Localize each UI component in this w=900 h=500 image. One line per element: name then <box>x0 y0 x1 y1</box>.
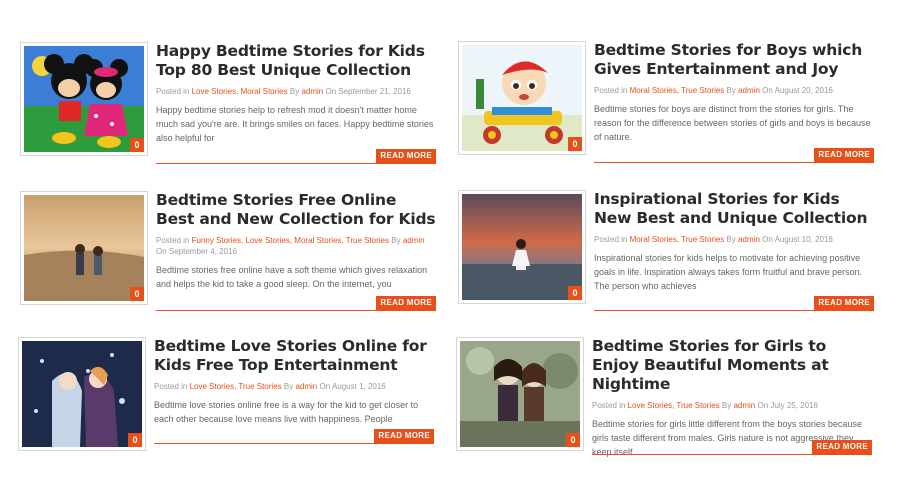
read-more-button[interactable]: READ MORE <box>814 148 874 162</box>
posted-in-label: Posted in <box>156 87 190 96</box>
posted-in-label: Posted in <box>594 235 628 244</box>
post-footer-line: READ MORE <box>154 429 434 444</box>
post-footer-line: READ MORE <box>156 296 436 311</box>
post-meta: Posted in Funny Stories, Love Stories, M… <box>156 235 436 257</box>
post-author[interactable]: admin <box>733 401 755 410</box>
post-footer-line: READ MORE <box>156 149 436 164</box>
posted-in-label: Posted in <box>156 236 190 245</box>
posted-in-label: Posted in <box>592 401 626 410</box>
mickey-minnie-image <box>24 46 144 152</box>
post-date: On September 4, 2016 <box>156 247 237 256</box>
by-label: By <box>391 236 401 245</box>
post-author[interactable]: admin <box>403 236 425 245</box>
post-footer-line: READ MORE <box>592 440 872 455</box>
post-card: 0 Bedtime Love Stories Online for Kids F… <box>18 337 438 467</box>
post-author[interactable]: admin <box>301 87 323 96</box>
read-more-button[interactable]: READ MORE <box>376 149 436 163</box>
posted-in-label: Posted in <box>154 382 188 391</box>
posted-in-label: Posted in <box>594 86 628 95</box>
post-card: 0 Bedtime Stories for Girls to Enjoy Bea… <box>456 337 876 467</box>
post-title[interactable]: Inspirational Stories for Kids New Best … <box>594 190 874 228</box>
post-footer-line: READ MORE <box>594 148 874 163</box>
comment-count-badge[interactable]: 0 <box>566 433 580 447</box>
post-date: On September 21, 2016 <box>325 87 411 96</box>
comment-count-badge[interactable]: 0 <box>130 138 144 152</box>
post-title[interactable]: Bedtime Stories for Boys which Gives Ent… <box>594 41 874 79</box>
post-body: Bedtime Stories Free Online Best and New… <box>156 191 436 291</box>
post-body: Inspirational Stories for Kids New Best … <box>594 190 874 293</box>
anime-couple-image <box>22 341 142 447</box>
post-body: Bedtime Stories for Boys which Gives Ent… <box>594 41 874 144</box>
post-card: 0 Inspirational Stories for Kids New Bes… <box>458 190 878 320</box>
by-label: By <box>289 87 300 96</box>
post-author[interactable]: admin <box>738 235 760 244</box>
post-title[interactable]: Bedtime Love Stories Online for Kids Fre… <box>154 337 434 375</box>
post-meta: Posted in Moral Stories, True Stories By… <box>594 234 874 245</box>
post-categories[interactable]: Love Stories, True Stories <box>190 382 282 391</box>
read-more-button[interactable]: READ MORE <box>814 296 874 310</box>
post-date: On July 25, 2016 <box>757 401 818 410</box>
post-date: On August 10, 2016 <box>762 235 833 244</box>
by-label: By <box>283 382 294 391</box>
post-excerpt: Bedtime love stories online free is a wa… <box>154 400 419 424</box>
post-thumbnail[interactable]: 0 <box>20 42 148 156</box>
post-thumbnail[interactable]: 0 <box>458 41 586 155</box>
post-date: On August 1, 2016 <box>319 382 386 391</box>
post-meta: Posted in Love Stories, True Stories By … <box>592 400 872 411</box>
post-title[interactable]: Bedtime Stories Free Online Best and New… <box>156 191 436 229</box>
by-label: By <box>726 86 736 95</box>
dolls-image <box>460 341 580 447</box>
post-meta: Posted in Moral Stories, True Stories By… <box>594 85 874 96</box>
post-excerpt: Bedtime stories free online have a soft … <box>156 265 428 289</box>
cartoon-boy-image <box>462 45 582 151</box>
post-card: 0 Bedtime Stories for Boys which Gives E… <box>458 41 878 171</box>
post-footer-line: READ MORE <box>594 296 874 311</box>
post-body: Happy Bedtime Stories for Kids Top 80 Be… <box>156 42 436 145</box>
girl-sunset-image <box>462 194 582 300</box>
post-categories[interactable]: Funny Stories, Love Stories, Moral Stori… <box>192 236 389 245</box>
post-categories[interactable]: Love Stories, True Stories <box>628 401 720 410</box>
post-title[interactable]: Bedtime Stories for Girls to Enjoy Beaut… <box>592 337 872 394</box>
by-label: By <box>726 235 736 244</box>
post-thumbnail[interactable]: 0 <box>18 337 146 451</box>
post-date: On August 20, 2016 <box>762 86 833 95</box>
post-excerpt: Inspirational stories for kids helps to … <box>594 253 863 291</box>
post-card: 0 Bedtime Stories Free Online Best and N… <box>20 191 440 321</box>
post-categories[interactable]: Love Stories, Moral Stories <box>192 87 288 96</box>
post-excerpt: Happy bedtime stories help to refresh mo… <box>156 105 434 143</box>
post-meta: Posted in Love Stories, True Stories By … <box>154 381 434 392</box>
read-more-button[interactable]: READ MORE <box>376 296 436 310</box>
post-thumbnail[interactable]: 0 <box>456 337 584 451</box>
post-thumbnail[interactable]: 0 <box>20 191 148 305</box>
post-thumbnail[interactable]: 0 <box>458 190 586 304</box>
post-meta: Posted in Love Stories, Moral Stories By… <box>156 86 436 97</box>
post-title[interactable]: Happy Bedtime Stories for Kids Top 80 Be… <box>156 42 436 80</box>
comment-count-badge[interactable]: 0 <box>568 286 582 300</box>
read-more-button[interactable]: READ MORE <box>374 429 434 443</box>
post-body: Bedtime Love Stories Online for Kids Fre… <box>154 337 434 426</box>
comment-count-badge[interactable]: 0 <box>130 287 144 301</box>
post-excerpt: Bedtime stories for boys are distinct fr… <box>594 104 871 142</box>
post-card: 0 Happy Bedtime Stories for Kids Top 80 … <box>20 42 440 172</box>
post-author[interactable]: admin <box>295 382 317 391</box>
read-more-button[interactable]: READ MORE <box>812 440 872 454</box>
post-author[interactable]: admin <box>738 86 760 95</box>
post-categories[interactable]: Moral Stories, True Stories <box>630 86 725 95</box>
comment-count-badge[interactable]: 0 <box>128 433 142 447</box>
kids-walking-image <box>24 195 144 301</box>
comment-count-badge[interactable]: 0 <box>568 137 582 151</box>
post-categories[interactable]: Moral Stories, True Stories <box>630 235 725 244</box>
by-label: By <box>721 401 732 410</box>
